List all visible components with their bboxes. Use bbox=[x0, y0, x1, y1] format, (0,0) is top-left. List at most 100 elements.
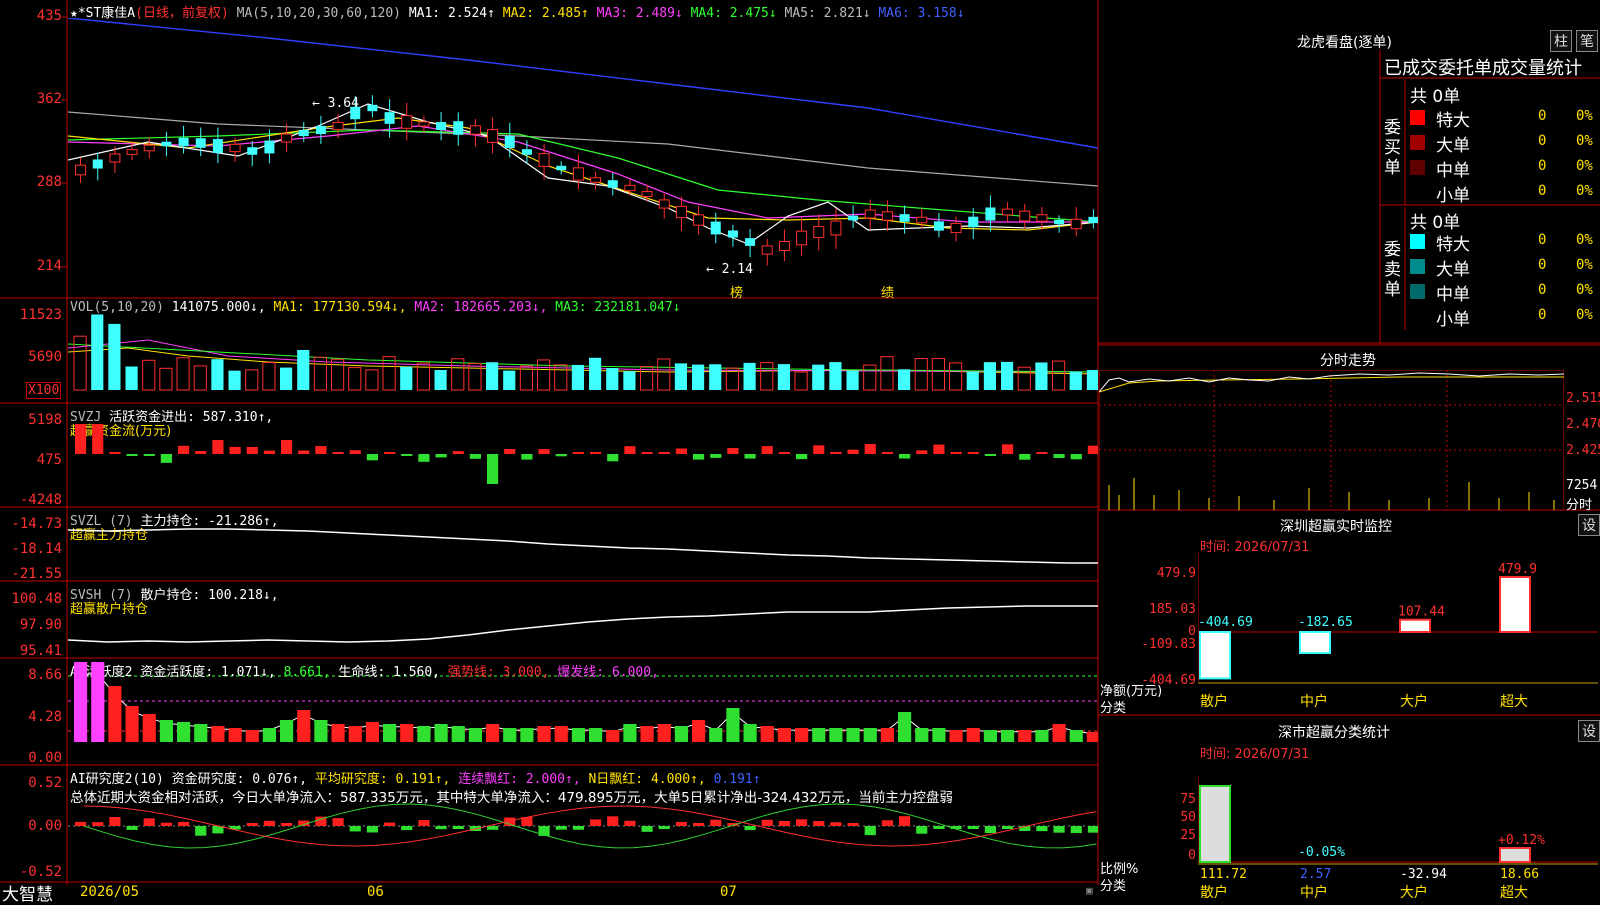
monitor-bar-chart[interactable]: -404.69 散户 -182.65 中户 107.44 大户 479.9 超大 bbox=[1198, 552, 1598, 712]
svzj-bar bbox=[1036, 452, 1048, 454]
ai-active-bar bbox=[486, 724, 500, 742]
ai-research-y-mid: 0.00 bbox=[28, 818, 62, 834]
volume-bar bbox=[983, 362, 996, 390]
intraday-y-1: 2.515 bbox=[1566, 391, 1600, 406]
svzl-line[interactable] bbox=[68, 508, 1098, 580]
ai-active-bar bbox=[142, 714, 156, 742]
class-bar-散户 bbox=[1199, 785, 1231, 863]
buy-row-pct: 0% bbox=[1576, 183, 1593, 199]
volume-bars[interactable] bbox=[68, 300, 1098, 402]
ai-research-bar bbox=[1070, 826, 1082, 834]
ai-research-bar bbox=[624, 820, 636, 826]
pen-button[interactable]: 笔 bbox=[1576, 30, 1598, 52]
volume-bar bbox=[589, 357, 602, 390]
monitor-y-2: 185.03 bbox=[1149, 602, 1196, 617]
ai-research-bar bbox=[178, 821, 190, 826]
candle-body bbox=[1036, 214, 1048, 222]
svzj-bar bbox=[1087, 445, 1098, 454]
candlestick-chart[interactable] bbox=[68, 18, 1098, 296]
ai-active-bar bbox=[194, 724, 208, 742]
candle-body bbox=[864, 209, 876, 219]
sell-row-label: 中单 bbox=[1436, 285, 1470, 305]
candle-body bbox=[796, 230, 808, 246]
sell-row-count: 0 bbox=[1538, 282, 1547, 298]
svzj-bars[interactable] bbox=[68, 404, 1098, 506]
brand-label[interactable]: 大智慧 bbox=[2, 880, 53, 905]
ai-research-bars[interactable] bbox=[68, 766, 1098, 881]
candle-body bbox=[178, 137, 189, 147]
volume-bar bbox=[846, 370, 859, 390]
ai-active-bars[interactable] bbox=[68, 660, 1098, 764]
sell-row-count: 0 bbox=[1538, 257, 1547, 273]
ai-research-bar bbox=[847, 823, 859, 826]
candle-body bbox=[1019, 210, 1031, 222]
ai-active-bar bbox=[434, 724, 448, 742]
svzj-bar bbox=[744, 454, 756, 459]
ai-active-bar bbox=[1069, 730, 1083, 742]
volume-bar bbox=[91, 314, 104, 390]
volume-bar bbox=[503, 370, 516, 390]
candle-body bbox=[848, 215, 859, 221]
sell-row-pct: 0% bbox=[1576, 232, 1593, 248]
monitor-settings-button[interactable]: 设 bbox=[1578, 514, 1600, 536]
volume-bar bbox=[142, 359, 156, 391]
buy-row-pct: 0% bbox=[1576, 108, 1593, 124]
class-bar-超大 bbox=[1499, 847, 1531, 863]
candle-body bbox=[1088, 216, 1098, 224]
candle-body bbox=[143, 144, 155, 152]
class-category-label: 散户 bbox=[1200, 884, 1228, 900]
volume-bar bbox=[400, 366, 413, 390]
candle-body bbox=[985, 207, 996, 221]
date-label-jul: 07 bbox=[720, 884, 737, 900]
ai-research-bar bbox=[349, 826, 361, 832]
y-label-362: 362 bbox=[36, 91, 62, 107]
sell-side-label: 委卖单 bbox=[1384, 240, 1401, 300]
svsh-line[interactable] bbox=[68, 582, 1098, 657]
event-label-bang[interactable]: 榜 bbox=[730, 282, 743, 301]
ai-research-bar bbox=[658, 826, 670, 830]
svzj-bar bbox=[641, 452, 653, 454]
class-bar-chart[interactable]: -0.05% +0.12% 111.72 散户 2.57 中户 -32.94 大户 18.66 超… bbox=[1198, 776, 1598, 900]
candle-body bbox=[813, 225, 825, 239]
ai-active-bar bbox=[674, 726, 688, 742]
ai-active-bar bbox=[365, 722, 379, 742]
candle-body bbox=[487, 129, 499, 143]
candle-body bbox=[453, 121, 464, 135]
intraday-chart[interactable] bbox=[1099, 370, 1564, 510]
ai-active-bar bbox=[383, 724, 397, 742]
svzj-bar bbox=[796, 454, 808, 460]
sell-row-pct: 0% bbox=[1576, 307, 1593, 323]
ai-active-bar bbox=[606, 730, 620, 742]
pillar-button[interactable]: 柱 bbox=[1550, 30, 1572, 52]
class-time: 时间: 2026/07/31 bbox=[1200, 747, 1310, 762]
svzj-bar bbox=[75, 424, 87, 454]
svzj-bar bbox=[830, 451, 842, 454]
volume-bar bbox=[434, 370, 447, 390]
volume-bar bbox=[382, 356, 396, 391]
intraday-vol: 7254 bbox=[1566, 478, 1598, 493]
lock-icon[interactable]: ▣ bbox=[1086, 884, 1093, 897]
svzj-bar bbox=[607, 454, 619, 462]
ai-active-bar bbox=[503, 728, 517, 742]
ai-research-bar bbox=[435, 826, 447, 830]
volume-bar bbox=[829, 362, 842, 390]
svzj-bar bbox=[349, 450, 361, 454]
intraday-title: 分时走势 bbox=[1320, 353, 1376, 369]
ai-research-bar bbox=[538, 826, 550, 836]
class-settings-button[interactable]: 设 bbox=[1578, 720, 1600, 742]
ai-active-bar bbox=[554, 726, 568, 742]
svzj-bar bbox=[160, 454, 172, 463]
volume-bar bbox=[297, 350, 310, 390]
svzj-y-bot: -4248 bbox=[19, 492, 62, 508]
candle-body bbox=[161, 141, 172, 147]
ai-active-bar bbox=[262, 728, 276, 742]
svzj-bar bbox=[263, 450, 275, 454]
class-xlabel: 分类 bbox=[1100, 879, 1127, 894]
svzj-bar bbox=[126, 454, 138, 456]
event-label-ji[interactable]: 绩 bbox=[881, 282, 894, 301]
candle-body bbox=[572, 167, 584, 181]
volume-bar bbox=[365, 369, 379, 391]
candle-body bbox=[761, 245, 773, 255]
class-pct-label: +0.12% bbox=[1498, 833, 1545, 848]
ai-research-bar bbox=[92, 822, 104, 826]
